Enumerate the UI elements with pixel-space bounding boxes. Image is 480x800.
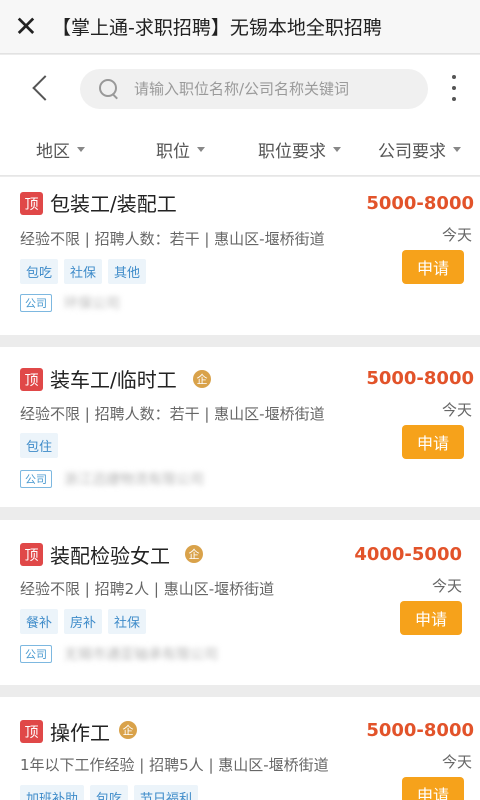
job-card[interactable]: 顶 操作工 企 5000-8000 今天 1年以下工作经验 | 招聘5人 | 惠… <box>0 697 480 800</box>
job-card[interactable]: 顶 装配检验女工 企 4000-5000 今天 经验不限 | 招聘2人 | 惠山… <box>0 520 480 685</box>
caret-down-icon <box>333 146 341 152</box>
company-row[interactable]: 公司 环保公司 <box>20 293 120 313</box>
benefit-tag: 社保 <box>108 609 147 634</box>
more-options-icon[interactable] <box>446 73 462 103</box>
verified-enterprise-badge: 企 <box>185 545 203 563</box>
benefit-tag: 其他 <box>108 259 147 284</box>
post-date: 今天 <box>441 401 472 419</box>
post-date: 今天 <box>441 753 472 771</box>
caret-down-icon <box>77 146 85 152</box>
benefit-tags: 加班补助 包吃 节日福利 <box>20 785 199 800</box>
apply-button[interactable]: 申请 <box>400 601 462 635</box>
company-label-badge: 公司 <box>20 470 52 488</box>
post-date: 今天 <box>431 577 462 595</box>
benefit-tag: 包吃 <box>90 785 129 800</box>
job-title[interactable]: 包装工/装配工 <box>50 188 177 217</box>
salary: 5000-8000 <box>366 720 474 741</box>
filter-position[interactable]: 职位 <box>156 122 205 176</box>
filter-region[interactable]: 地区 <box>36 122 85 176</box>
filter-position-requirements[interactable]: 职位要求 <box>258 122 341 176</box>
window-title: 【掌上通-求职招聘】无锡本地全职招聘 <box>52 17 382 39</box>
benefit-tags: 包吃 社保 其他 <box>20 259 147 284</box>
title-bar: ✕ 【掌上通-求职招聘】无锡本地全职招聘 <box>0 0 480 54</box>
search-box[interactable] <box>80 69 428 109</box>
salary: 5000-8000 <box>366 193 474 214</box>
benefit-tag: 节日福利 <box>134 785 199 800</box>
company-name: 环保公司 <box>64 296 120 312</box>
benefit-tag: 包住 <box>20 433 59 458</box>
company-label-badge: 公司 <box>20 294 52 312</box>
filter-company-requirements[interactable]: 公司要求 <box>378 122 461 176</box>
top-pin-badge: 顶 <box>20 543 43 566</box>
company-label-badge: 公司 <box>20 645 52 663</box>
apply-button[interactable]: 申请 <box>402 777 464 800</box>
benefit-tag: 加班补助 <box>20 785 85 800</box>
job-meta: 经验不限 | 招聘2人 | 惠山区-堰桥街道 <box>20 580 275 598</box>
benefit-tags: 餐补 房补 社保 <box>20 609 147 634</box>
job-card[interactable]: 顶 包装工/装配工 5000-8000 今天 经验不限 | 招聘人数：若干 | … <box>0 177 480 335</box>
apply-button[interactable]: 申请 <box>402 250 464 284</box>
top-pin-badge: 顶 <box>20 720 43 743</box>
verified-enterprise-badge: 企 <box>193 370 211 388</box>
benefit-tag: 社保 <box>64 259 103 284</box>
filter-bar: 地区 职位 职位要求 公司要求 <box>0 122 480 176</box>
caret-down-icon <box>197 146 205 152</box>
search-bar <box>0 55 480 122</box>
benefit-tag: 包吃 <box>20 259 59 284</box>
top-pin-badge: 顶 <box>20 192 43 215</box>
top-pin-badge: 顶 <box>20 368 43 391</box>
job-title[interactable]: 装车工/临时工 <box>50 364 177 393</box>
company-name: 无锡市通亚轴承有限公司 <box>64 647 218 663</box>
benefit-tags: 包住 <box>20 433 59 458</box>
apply-button[interactable]: 申请 <box>402 425 464 459</box>
benefit-tag: 餐补 <box>20 609 59 634</box>
company-row[interactable]: 公司 无锡市通亚轴承有限公司 <box>20 644 218 664</box>
job-meta: 1年以下工作经验 | 招聘5人 | 惠山区-堰桥街道 <box>20 756 329 774</box>
search-input[interactable] <box>134 69 422 109</box>
salary: 4000-5000 <box>354 544 462 565</box>
company-name: 浙江迅捷物流有限公司 <box>64 472 204 488</box>
verified-enterprise-badge: 企 <box>119 721 137 739</box>
job-card[interactable]: 顶 装车工/临时工 企 5000-8000 今天 经验不限 | 招聘人数：若干 … <box>0 347 480 507</box>
company-row[interactable]: 公司 浙江迅捷物流有限公司 <box>20 469 204 489</box>
caret-down-icon <box>453 146 461 152</box>
job-meta: 经验不限 | 招聘人数：若干 | 惠山区-堰桥街道 <box>20 230 325 248</box>
search-icon <box>98 78 120 100</box>
back-chevron-icon[interactable] <box>28 73 58 103</box>
job-meta: 经验不限 | 招聘人数：若干 | 惠山区-堰桥街道 <box>20 405 325 423</box>
job-title[interactable]: 操作工 <box>50 717 110 746</box>
post-date: 今天 <box>441 226 472 244</box>
job-title[interactable]: 装配检验女工 <box>50 540 170 569</box>
salary: 5000-8000 <box>366 368 474 389</box>
benefit-tag: 房补 <box>64 609 103 634</box>
close-icon[interactable]: ✕ <box>0 0 52 54</box>
